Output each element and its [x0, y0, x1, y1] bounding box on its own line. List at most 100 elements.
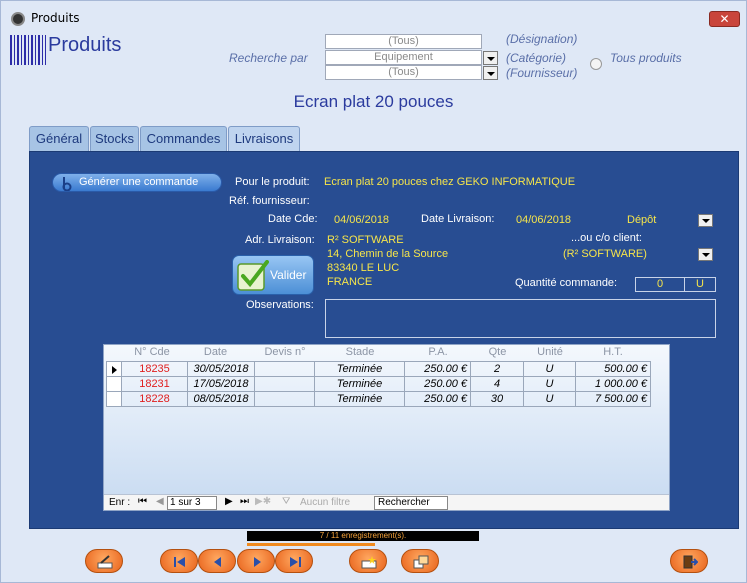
cell-ht: 1 000.00 € — [576, 376, 651, 392]
page-title: Produits — [48, 34, 122, 56]
col-pa: P.A. — [428, 346, 448, 358]
cell-stade: Terminée — [315, 391, 405, 407]
duplicate-product-button[interactable] — [401, 549, 439, 573]
exit-button[interactable] — [670, 549, 708, 573]
supplier-dropdown-icon[interactable] — [483, 66, 498, 80]
barcode-icon — [10, 35, 46, 65]
observations-label: Observations: — [246, 299, 314, 311]
cell-unite: U — [524, 391, 576, 407]
designation-search-input[interactable]: (Tous) — [325, 34, 482, 49]
address-line-4: FRANCE — [327, 276, 373, 288]
cell-unite: U — [524, 361, 576, 377]
last-record-icon[interactable]: ⏭ — [240, 496, 249, 507]
cell-stade: Terminée — [315, 361, 405, 377]
col-devis: Devis n° — [264, 346, 306, 358]
first-record-icon[interactable]: ⏮ — [138, 496, 147, 507]
validate-button[interactable]: Valider — [232, 255, 314, 295]
category-caption: (Catégorie) — [506, 51, 567, 65]
record-label: Enr : — [109, 497, 131, 508]
unit-field[interactable]: U — [684, 277, 716, 292]
app-window: Produits ✕ Produits Recherche par (Tous)… — [0, 0, 747, 583]
validate-label: Valider — [270, 268, 307, 282]
order-date-label: Date Cde: — [268, 213, 318, 225]
cell-stade: Terminée — [315, 376, 405, 392]
close-button[interactable]: ✕ — [709, 11, 740, 27]
for-product-label: Pour le produit: — [235, 176, 310, 188]
status-progress-bar — [247, 543, 375, 546]
tab-stocks[interactable]: Stocks — [90, 126, 139, 151]
cell-devis — [255, 391, 315, 407]
record-search-input[interactable]: Rechercher — [374, 496, 448, 510]
edit-record-button[interactable] — [85, 549, 123, 573]
cell-num[interactable]: 18235 — [122, 361, 188, 377]
depot-value[interactable]: Dépôt — [627, 214, 656, 226]
col-ht: H.T. — [603, 346, 623, 358]
category-select[interactable]: Equipement — [325, 50, 482, 65]
delivery-address-label: Adr. Livraison: — [245, 234, 315, 246]
quantity-input[interactable]: 0 — [635, 277, 685, 292]
generate-order-label: Générer une commande — [79, 176, 199, 188]
row-selector[interactable] — [106, 361, 122, 377]
next-record-icon[interactable]: ▶ — [225, 496, 233, 507]
cell-qte: 2 — [471, 361, 524, 377]
last-icon — [290, 557, 301, 567]
record-navigation: Enr : ⏮ ◀ 1 sur 3 ▶ ⏭ ▶✱ ⛛ Aucun filtre … — [104, 494, 669, 510]
cell-pa: 250.00 € — [405, 391, 471, 407]
cell-num[interactable]: 18228 — [122, 391, 188, 407]
cell-pa: 250.00 € — [405, 361, 471, 377]
cell-qte: 30 — [471, 391, 524, 407]
category-dropdown-icon[interactable] — [483, 51, 498, 65]
cell-pa: 250.00 € — [405, 376, 471, 392]
new-record-icon — [361, 556, 377, 569]
title-bar: Produits ✕ — [1, 1, 746, 35]
edit-icon — [97, 555, 113, 569]
supplier-caption: (Fournisseur) — [506, 66, 578, 80]
client-value[interactable]: (R² SOFTWARE) — [563, 248, 647, 260]
delivery-date-value[interactable]: 04/06/2018 — [516, 214, 571, 226]
address-line-1: R² SOFTWARE — [327, 234, 404, 246]
window-title: Produits — [31, 11, 80, 25]
col-num: N° Cde — [134, 346, 170, 358]
col-date: Date — [203, 346, 228, 358]
previous-product-button[interactable] — [198, 549, 236, 573]
order-date-value[interactable]: 04/06/2018 — [334, 214, 389, 226]
last-product-button[interactable] — [275, 549, 313, 573]
app-icon — [11, 12, 25, 26]
all-products-radio[interactable] — [590, 58, 602, 70]
no-filter-label[interactable]: Aucun filtre — [300, 497, 350, 508]
cell-date: 17/05/2018 — [188, 376, 255, 392]
record-position-input[interactable]: 1 sur 3 — [167, 496, 217, 510]
observations-textarea[interactable] — [325, 299, 716, 338]
cell-unite: U — [524, 376, 576, 392]
tab-commandes[interactable]: Commandes — [140, 126, 227, 151]
cell-ht: 500.00 € — [576, 361, 651, 377]
tab-livraisons[interactable]: Livraisons — [228, 126, 300, 151]
product-name-heading: Ecran plat 20 pouces — [293, 92, 454, 111]
first-product-button[interactable] — [160, 549, 198, 573]
row-selector[interactable] — [106, 376, 122, 392]
all-products-label: Tous produits — [610, 51, 682, 65]
tab-general[interactable]: Général — [29, 126, 89, 151]
cell-date: 30/05/2018 — [188, 361, 255, 377]
supplier-select[interactable]: (Tous) — [325, 65, 482, 80]
orders-table: N° Cde Date Devis n° Stade P.A. Qte Unit… — [103, 344, 670, 511]
new-product-button[interactable] — [349, 549, 387, 573]
new-record-icon[interactable]: ▶✱ — [255, 496, 271, 507]
depot-dropdown-icon[interactable] — [698, 214, 713, 227]
next-icon — [254, 557, 261, 567]
col-unite: Unité — [537, 346, 563, 358]
generate-order-button[interactable]: Générer une commande — [52, 173, 222, 192]
current-row-icon — [112, 366, 117, 374]
col-stade: Stade — [345, 346, 375, 358]
previous-icon — [214, 557, 221, 567]
prev-record-icon[interactable]: ◀ — [156, 496, 164, 507]
address-line-2: 14, Chemin de la Source — [327, 248, 449, 260]
checkmark-icon — [237, 260, 269, 291]
cell-qte: 4 — [471, 376, 524, 392]
row-selector[interactable] — [106, 391, 122, 407]
delivery-date-label: Date Livraison: — [421, 213, 495, 225]
next-product-button[interactable] — [237, 549, 275, 573]
filter-icon: ⛛ — [282, 496, 291, 507]
cell-num[interactable]: 18231 — [122, 376, 188, 392]
client-dropdown-icon[interactable] — [698, 248, 713, 261]
